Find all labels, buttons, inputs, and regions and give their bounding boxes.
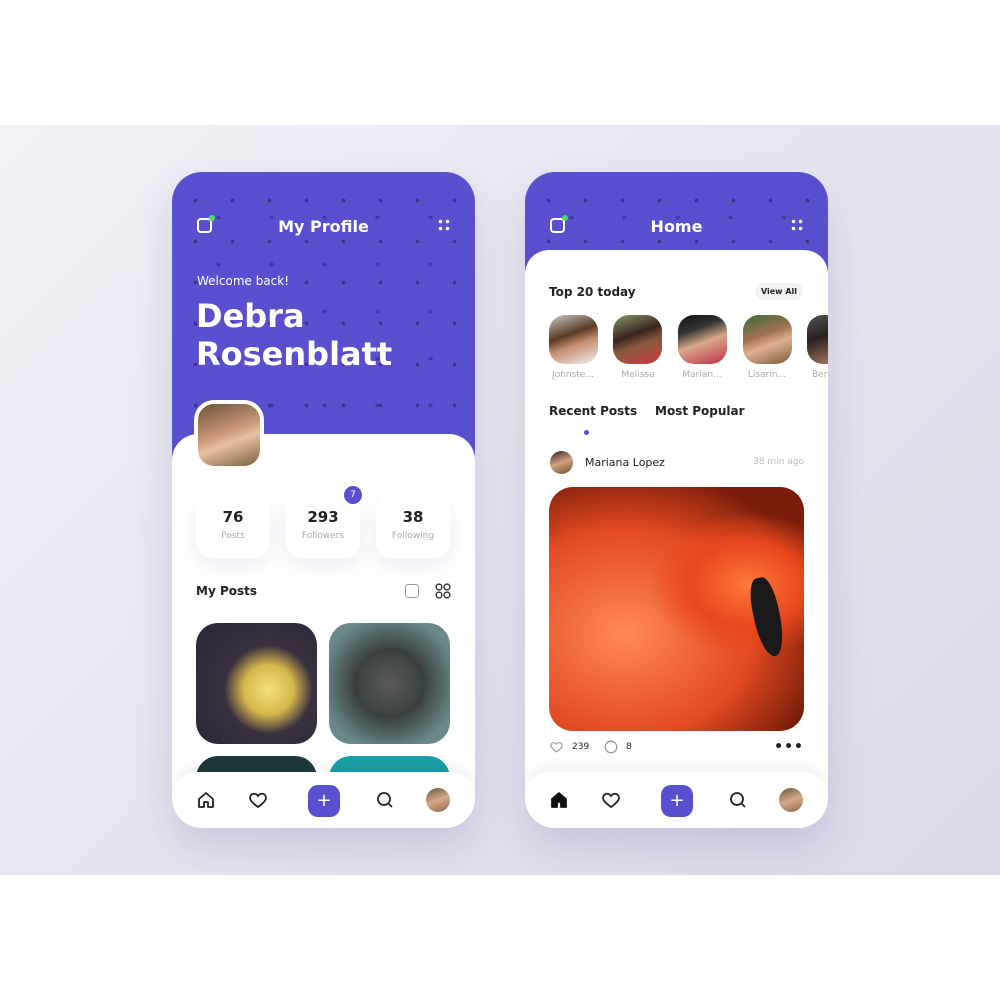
home-screen: Home Top 20 today View All Johnste... Me… <box>525 172 828 828</box>
post-thumbnail[interactable] <box>329 623 450 744</box>
bottom-nav: + <box>172 772 475 828</box>
story-avatar[interactable] <box>613 315 662 364</box>
page-title: Home <box>650 217 703 236</box>
page-title: My Profile <box>278 217 369 236</box>
post-image[interactable] <box>549 487 804 731</box>
like-icon[interactable] <box>549 740 564 754</box>
stat-followers[interactable]: 293 Followers <box>286 494 360 558</box>
more-options-icon[interactable]: ••• <box>774 739 804 755</box>
home-icon[interactable] <box>549 790 569 810</box>
background <box>0 125 1000 875</box>
heart-icon[interactable] <box>248 790 268 810</box>
story-name: Marian... <box>682 370 722 380</box>
top-today-title: Top 20 today <box>549 285 636 299</box>
home-icon[interactable] <box>196 790 216 810</box>
story-avatar[interactable] <box>807 315 828 364</box>
grid-view-icon[interactable] <box>435 583 451 599</box>
bottom-nav: + <box>525 772 828 828</box>
menu-dots-icon[interactable] <box>790 218 804 232</box>
likes-count: 239 <box>572 742 590 752</box>
list-view-icon[interactable] <box>405 584 419 598</box>
story-name: Johnste... <box>552 370 594 380</box>
followers-badge: 7 <box>344 486 362 504</box>
search-icon[interactable] <box>375 790 395 810</box>
add-post-button[interactable]: + <box>661 785 693 817</box>
post-thumbnail[interactable] <box>196 623 317 744</box>
add-post-button[interactable]: + <box>308 785 340 817</box>
story-avatar[interactable] <box>743 315 792 364</box>
story-avatar[interactable] <box>678 315 727 364</box>
avatar[interactable] <box>194 400 264 470</box>
tab-most-popular[interactable]: Most Popular <box>655 404 745 418</box>
story-name: Melissa <box>621 370 655 380</box>
welcome-text: Welcome back! <box>197 274 290 288</box>
author-avatar[interactable] <box>550 451 573 474</box>
active-tab-indicator <box>584 430 589 435</box>
post-time: 38 min ago <box>753 457 804 467</box>
comment-icon[interactable] <box>604 740 618 754</box>
profile-avatar-nav[interactable] <box>779 788 803 812</box>
user-name: Debra Rosenblatt <box>196 297 393 373</box>
view-all-button[interactable]: View All <box>755 283 803 300</box>
tab-recent-posts[interactable]: Recent Posts <box>549 404 637 418</box>
story-avatar[interactable] <box>549 315 598 364</box>
profile-screen: My Profile Welcome back! Debra Rosenblatt… <box>172 172 475 828</box>
story-name: Lisarin... <box>747 370 787 380</box>
stat-following[interactable]: 38 Following <box>376 494 450 558</box>
heart-icon[interactable] <box>601 790 621 810</box>
my-posts-title: My Posts <box>196 584 258 598</box>
profile-avatar-nav[interactable] <box>426 788 450 812</box>
stat-posts[interactable]: 76 Posts <box>196 494 270 558</box>
menu-dots-icon[interactable] <box>437 218 451 232</box>
post-author[interactable]: Mariana Lopez <box>585 456 665 469</box>
story-name: Ber <box>812 370 828 380</box>
comments-count: 8 <box>626 742 632 752</box>
search-icon[interactable] <box>728 790 748 810</box>
